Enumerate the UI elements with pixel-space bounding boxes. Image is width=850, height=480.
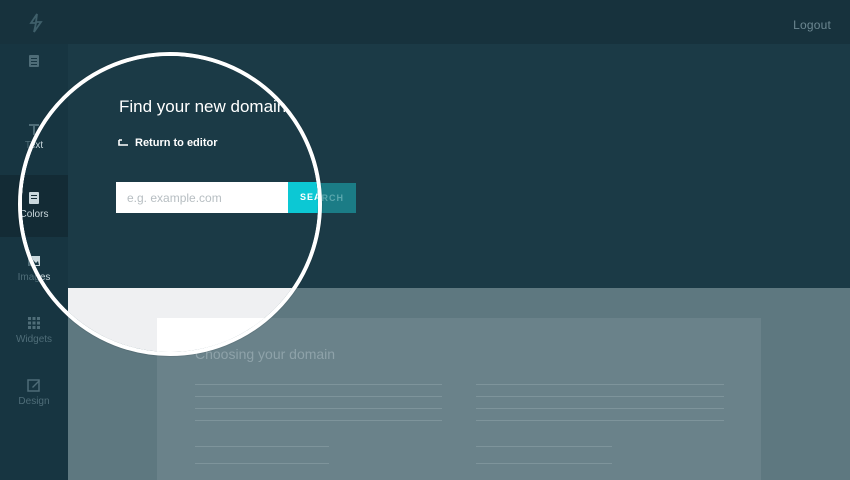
return-to-editor-link[interactable]: Return to editor bbox=[118, 137, 218, 149]
lens-content-card bbox=[157, 318, 318, 352]
placeholder-line bbox=[195, 446, 329, 447]
sidebar-item-design[interactable]: Design bbox=[0, 378, 68, 440]
search-button[interactable]: SEARCH bbox=[288, 182, 318, 213]
lens-sidebar-item-images[interactable]: Images bbox=[18, 254, 68, 316]
sidebar-item-label: Text bbox=[24, 140, 44, 151]
lens-sidebar: Text Colors Images bbox=[18, 56, 68, 352]
placeholder-line bbox=[476, 384, 724, 385]
placeholder-line bbox=[476, 396, 724, 397]
return-arrow-icon bbox=[118, 139, 128, 146]
placeholder-line bbox=[195, 463, 329, 464]
placeholder-line bbox=[195, 396, 442, 397]
lens-sidebar-item-colors[interactable]: Colors bbox=[19, 175, 68, 237]
edit-icon bbox=[27, 379, 40, 392]
placeholder-line bbox=[476, 420, 724, 421]
lens-content: Text Colors Images Find your new domain … bbox=[18, 56, 318, 352]
top-bar: Logout bbox=[0, 0, 850, 44]
return-label: Return to editor bbox=[135, 137, 218, 149]
logout-link[interactable]: Logout bbox=[793, 18, 831, 32]
sidebar-item-label: Images bbox=[18, 272, 51, 283]
image-icon bbox=[28, 256, 40, 266]
colors-icon bbox=[29, 192, 39, 204]
placeholder-line bbox=[195, 420, 442, 421]
page-title: Find your new domain bbox=[119, 97, 287, 116]
placeholder-line bbox=[195, 384, 442, 385]
placeholder-line bbox=[476, 446, 612, 447]
sidebar-item-label: Colors bbox=[19, 209, 49, 220]
logo-icon bbox=[29, 13, 43, 33]
placeholder-line bbox=[476, 463, 612, 464]
placeholder-line bbox=[476, 408, 724, 409]
text-icon bbox=[29, 124, 39, 135]
domain-search-input[interactable] bbox=[116, 182, 288, 213]
sidebar-item-label: Design bbox=[18, 396, 50, 407]
magnifier-lens: Text Colors Images Find your new domain … bbox=[18, 52, 322, 356]
placeholder-line bbox=[195, 408, 442, 409]
